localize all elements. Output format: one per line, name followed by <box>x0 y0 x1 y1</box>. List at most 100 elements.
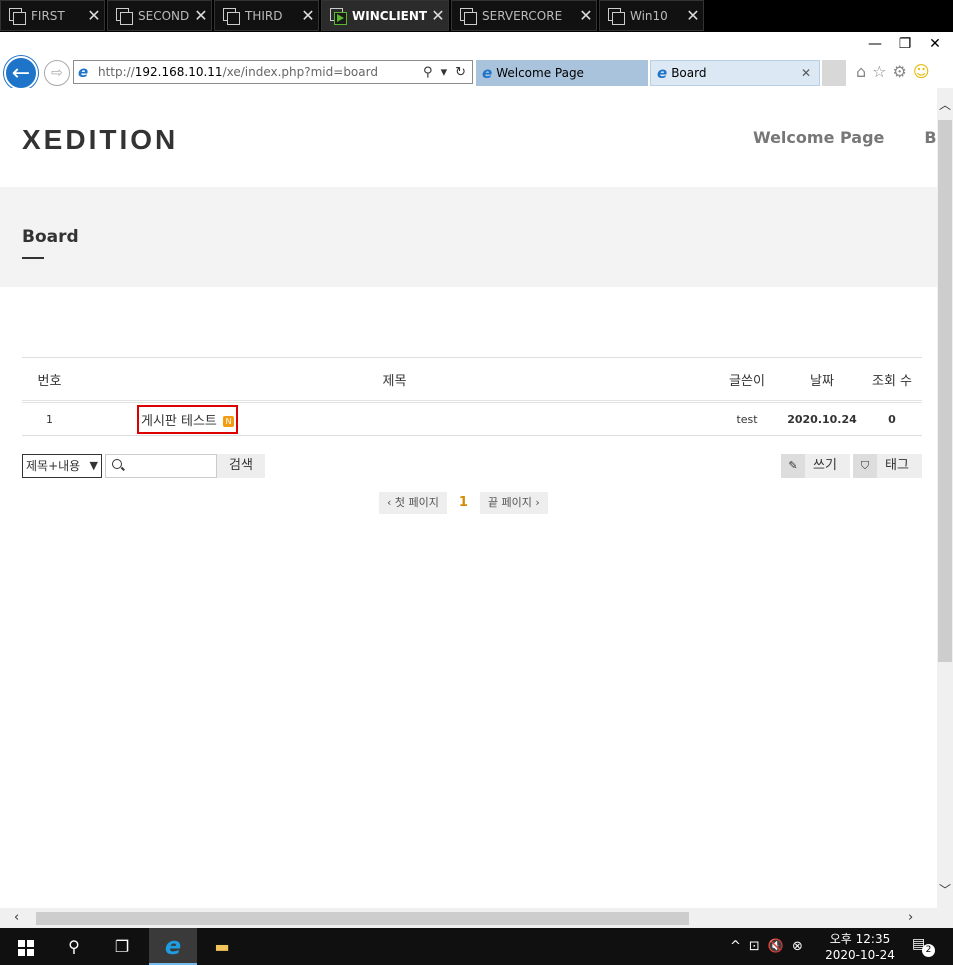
first-page-button[interactable]: ‹ 첫 페이지 <box>379 492 447 514</box>
back-button[interactable]: ← <box>4 56 38 90</box>
start-button[interactable] <box>2 928 50 965</box>
chevron-down-icon: ▼ <box>89 459 98 472</box>
ie-icon: e <box>482 64 493 82</box>
board-toolbar: 제목+내용 ▼ 검색 ✎ 쓰기 ⛉ 태그 <box>22 454 922 478</box>
vm-tab-label: THIRD <box>245 8 283 23</box>
close-icon[interactable]: ✕ <box>191 6 211 25</box>
vm-tab-first[interactable]: FIRST ✕ <box>0 0 105 31</box>
column-header: 조회 수 <box>862 357 922 403</box>
vm-icon <box>9 7 26 25</box>
post-author[interactable]: test <box>712 401 782 436</box>
vm-tab-third[interactable]: THIRD ✕ <box>214 0 319 31</box>
clock-time: 오후 12:35 <box>829 932 891 946</box>
ie-icon: e <box>657 64 668 82</box>
horizontal-scrollbar[interactable]: ‹ › <box>0 908 937 928</box>
search-target-select[interactable]: 제목+내용 ▼ <box>22 454 102 478</box>
nav-item-board[interactable]: Board <box>924 128 937 147</box>
search-input[interactable] <box>105 454 217 478</box>
vm-tab-second[interactable]: SECOND ✕ <box>107 0 212 31</box>
browser-tab-welcome[interactable]: e Welcome Page <box>476 60 648 86</box>
minimize-icon[interactable]: — <box>867 36 883 52</box>
tag-button[interactable]: ⛉ 태그 <box>853 454 922 478</box>
browser-tools: ⌂ ☆ ⚙ ☺ <box>856 62 930 81</box>
post-date: 2020.10.24 <box>782 401 862 436</box>
nav-item-welcome[interactable]: Welcome Page <box>753 128 884 147</box>
scroll-left-icon[interactable]: ‹ <box>14 910 19 925</box>
vm-icon <box>223 7 240 25</box>
vm-icon <box>460 7 477 25</box>
post-number: 1 <box>22 401 77 436</box>
close-icon[interactable]: ✕ <box>801 66 811 80</box>
site-logo[interactable]: XEDITION <box>22 124 178 156</box>
vm-tab-label: FIRST <box>31 8 65 23</box>
board-table: 번호 제목 글쓴이 날짜 조회 수 1 게시판 테스트 N test 2020.… <box>22 357 922 436</box>
vertical-scrollbar[interactable]: ︿ ﹀ <box>937 88 953 908</box>
vm-icon <box>116 7 133 25</box>
favorites-star-icon[interactable]: ☆ <box>872 62 886 81</box>
window-controls: — ❐ ✕ <box>867 36 943 52</box>
current-page[interactable]: 1 <box>452 492 474 514</box>
post-title-link[interactable]: 게시판 테스트 N <box>137 404 239 434</box>
ie-icon: e <box>78 63 89 81</box>
browser-tab-board[interactable]: e Board ✕ <box>650 60 820 86</box>
windows-logo-icon <box>18 939 34 956</box>
forward-button[interactable]: ⇨ <box>44 60 70 86</box>
pencil-icon: ✎ <box>781 454 805 478</box>
refresh-icon[interactable]: ↻ <box>455 65 466 80</box>
vm-tab-winclient[interactable]: WINCLIENT ✕ <box>321 0 449 31</box>
network-icon[interactable]: ⊡ <box>749 939 760 954</box>
chevron-up-icon[interactable]: ^ <box>730 939 741 954</box>
vm-tab-win10[interactable]: Win10 ✕ <box>599 0 704 31</box>
table-row: 1 게시판 테스트 N test 2020.10.24 0 <box>22 401 922 436</box>
scroll-thumb[interactable] <box>36 912 689 925</box>
clock-date: 2020-10-24 <box>825 948 895 962</box>
title-underline <box>22 257 44 259</box>
vm-tab-servercore[interactable]: SERVERCORE ✕ <box>451 0 597 31</box>
scroll-down-icon[interactable]: ﹀ <box>939 881 951 898</box>
home-icon[interactable]: ⌂ <box>856 62 866 81</box>
vm-tab-label: WINCLIENT <box>352 8 428 23</box>
browser-nav-row: ← ⇨ e http://192.168.10.11/xe/index.php?… <box>0 56 953 90</box>
clock[interactable]: 오후 12:35 2020-10-24 <box>820 931 900 963</box>
vm-tab-label: SECOND <box>138 8 190 23</box>
restore-icon[interactable]: ❐ <box>897 36 913 52</box>
address-bar[interactable]: e http://192.168.10.11/xe/index.php?mid=… <box>73 60 473 84</box>
site-nav: Welcome Page Board <box>753 128 937 147</box>
close-icon[interactable]: ✕ <box>683 6 703 25</box>
vm-tab-label: Win10 <box>630 8 668 23</box>
status-error-icon[interactable]: ⊗ <box>792 939 803 954</box>
internet-explorer-icon[interactable]: e <box>149 928 197 965</box>
scroll-up-icon[interactable]: ︿ <box>939 96 951 113</box>
pagination: ‹ 첫 페이지 1 끝 페이지 › <box>379 492 548 514</box>
new-tab-button[interactable] <box>822 60 846 86</box>
last-page-button[interactable]: 끝 페이지 › <box>479 492 548 514</box>
url-text[interactable]: http://192.168.10.11/xe/index.php?mid=bo… <box>98 65 423 79</box>
post-views: 0 <box>862 401 922 436</box>
search-icon[interactable]: ⚲ <box>423 65 433 80</box>
scroll-right-icon[interactable]: › <box>908 910 913 925</box>
scroll-thumb[interactable] <box>938 120 952 662</box>
close-icon[interactable]: ✕ <box>428 6 448 25</box>
feedback-smiley-icon[interactable]: ☺ <box>913 62 930 81</box>
close-icon[interactable]: ✕ <box>84 6 104 25</box>
gear-icon[interactable]: ⚙ <box>893 62 907 81</box>
tab-label: Welcome Page <box>496 66 584 80</box>
post-title-cell: 게시판 테스트 N <box>77 401 712 436</box>
close-icon[interactable]: ✕ <box>576 6 596 25</box>
search-button[interactable]: 검색 <box>217 454 265 478</box>
task-view-icon[interactable]: ❐ <box>98 928 146 965</box>
tag-icon: ⛉ <box>853 454 877 478</box>
close-icon[interactable]: ✕ <box>927 36 943 52</box>
search-icon[interactable]: ⚲ <box>50 928 98 965</box>
new-badge: N <box>223 415 235 427</box>
page-viewport: XEDITION Welcome Page Board Board 번호 제목 … <box>0 88 937 908</box>
page-header: Board <box>0 187 937 287</box>
close-icon[interactable]: ✕ <box>298 6 318 25</box>
dropdown-icon[interactable]: ▾ <box>441 65 448 80</box>
action-center-icon[interactable]: ▤ 2 <box>912 936 935 957</box>
vm-tab-bar: FIRST ✕ SECOND ✕ THIRD ✕ WINCLIENT ✕ SER… <box>0 0 953 32</box>
file-explorer-icon[interactable]: ▬ <box>198 928 246 965</box>
search-icon <box>112 459 122 469</box>
volume-muted-icon[interactable]: 🔇 <box>768 939 784 954</box>
write-button[interactable]: ✎ 쓰기 <box>781 454 850 478</box>
